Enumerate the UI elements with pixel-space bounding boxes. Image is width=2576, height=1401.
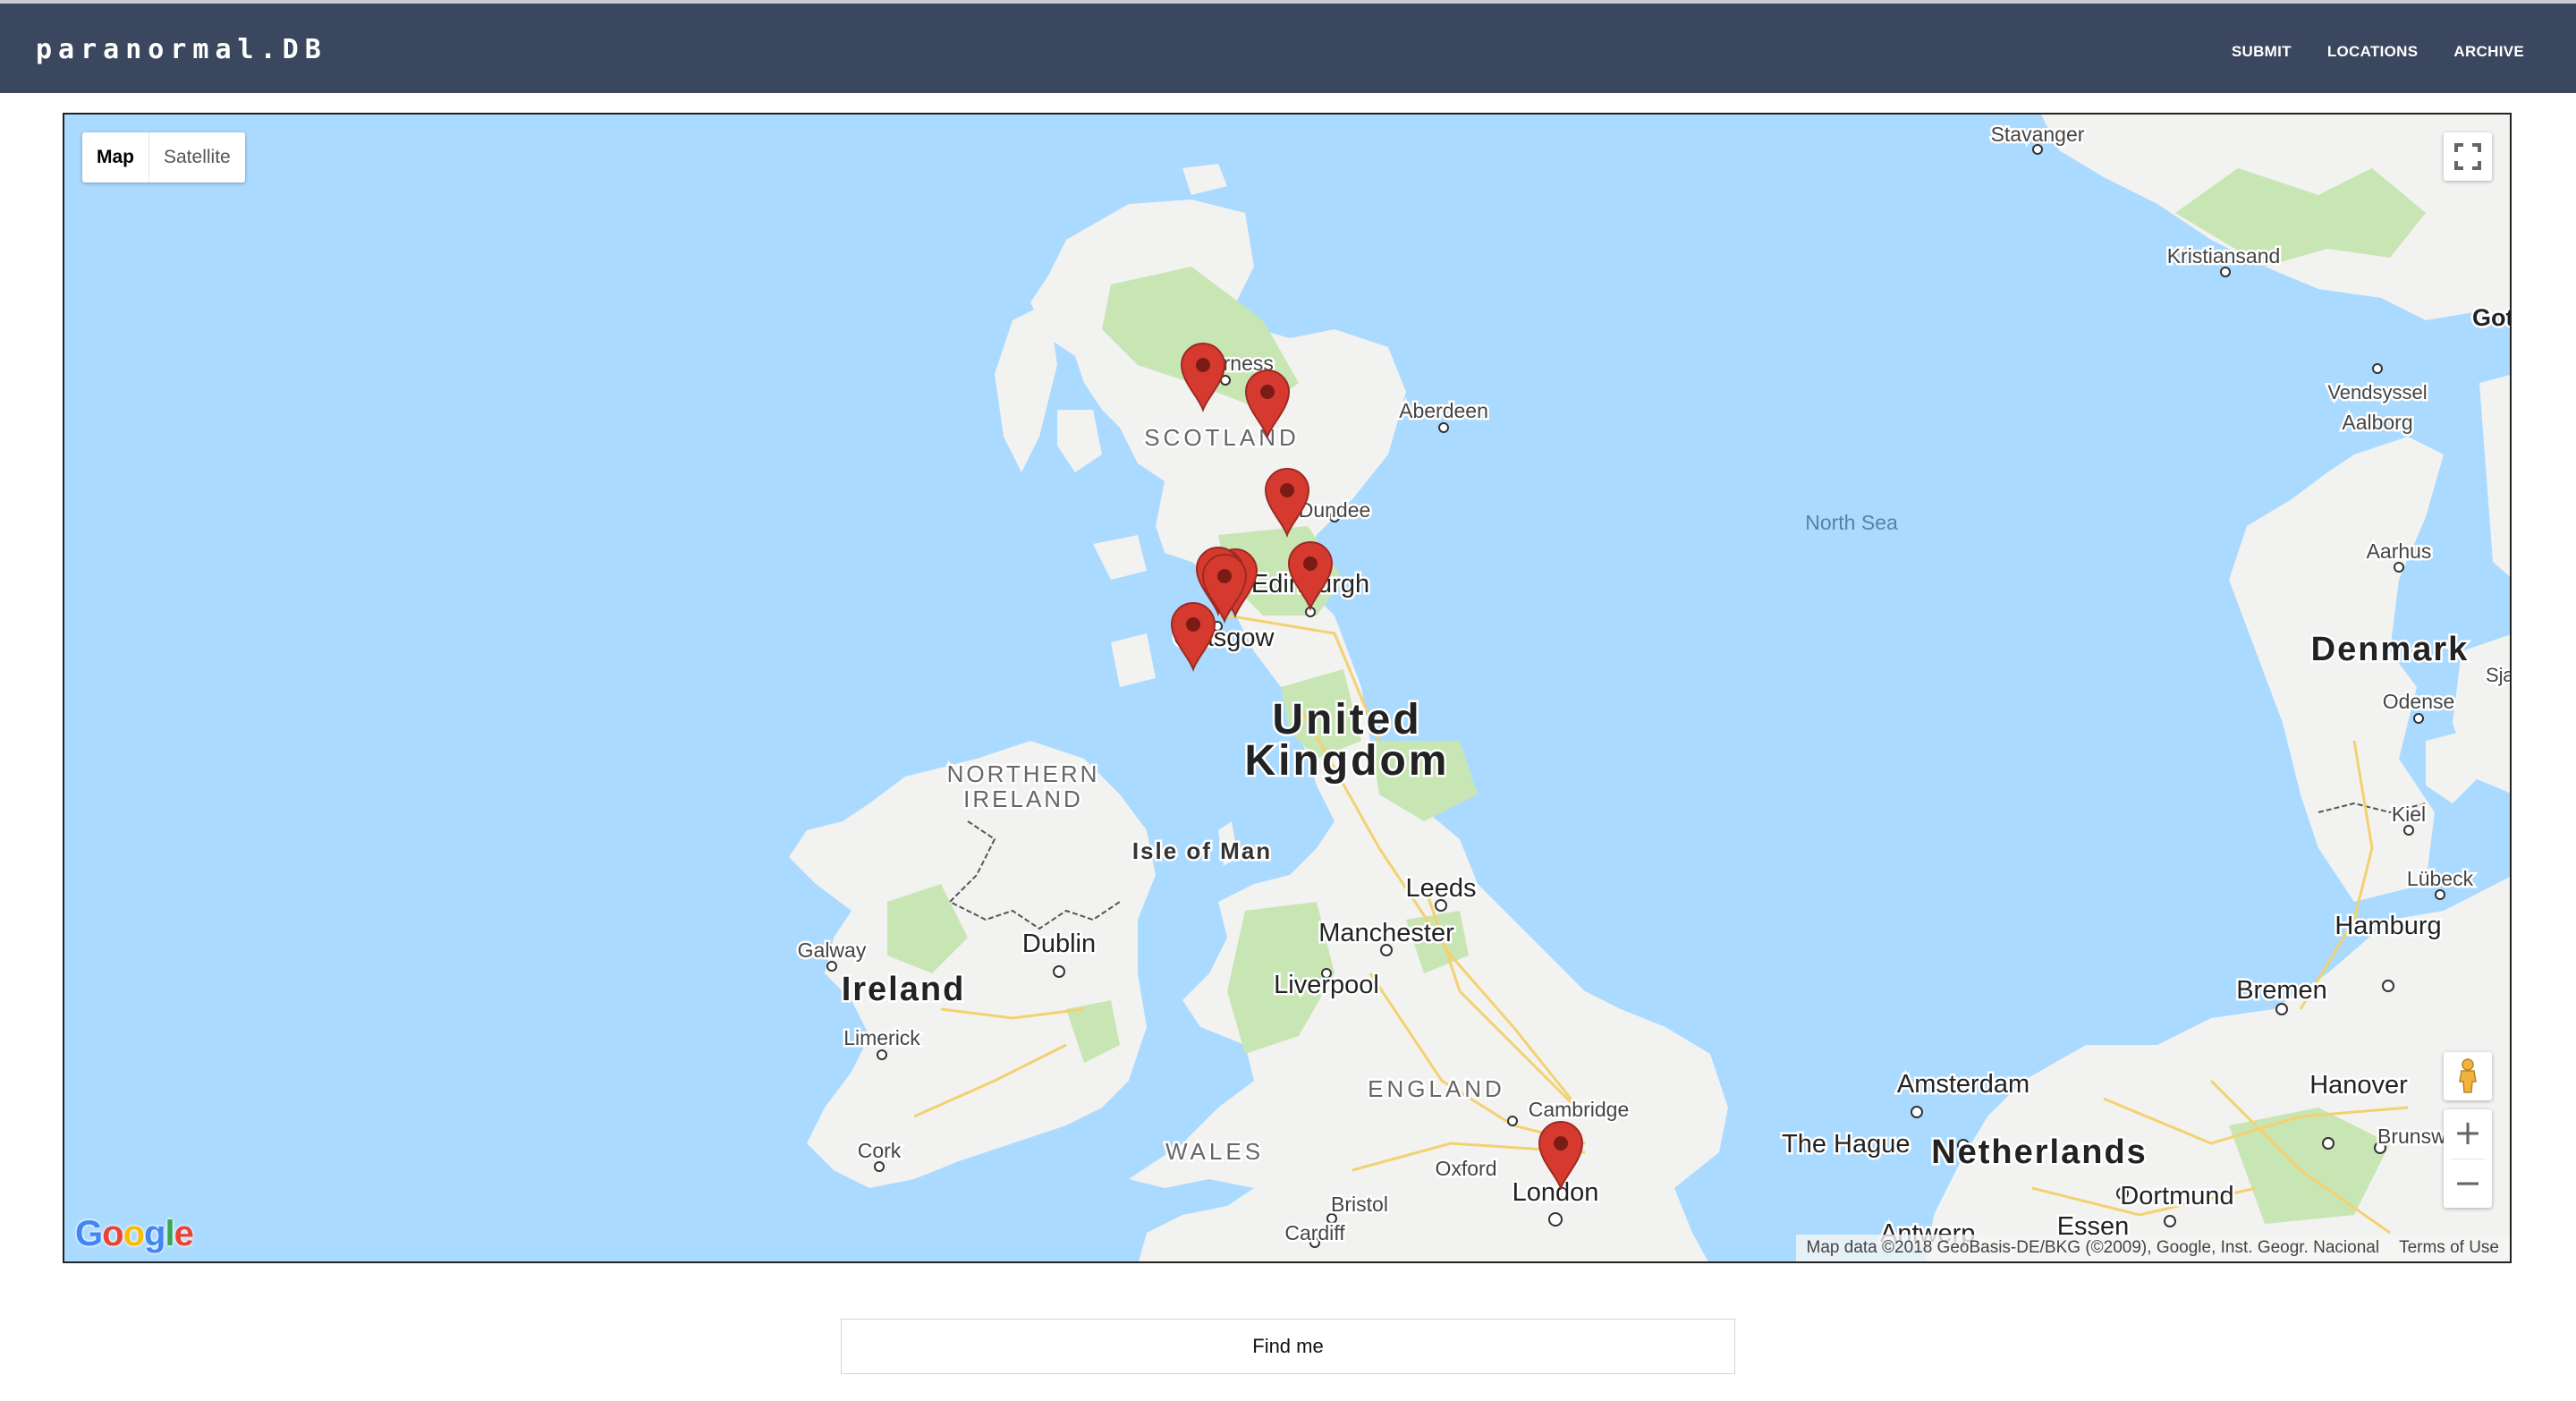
- label-liverpool: Liverpool: [1274, 971, 1379, 999]
- label-galway: Galway: [798, 938, 867, 962]
- pegman-icon: [2459, 1058, 2477, 1093]
- label-kristiansand: Kristiansand: [2167, 244, 2281, 267]
- label-aberdeen: Aberdeen: [1399, 399, 1488, 422]
- label-bremen: Bremen: [2236, 976, 2327, 1005]
- fullscreen-button[interactable]: [2444, 132, 2492, 181]
- label-kingdom: Kingdom: [1245, 737, 1450, 785]
- label-dublin: Dublin: [1022, 930, 1096, 958]
- label-sjae: Sjæ: [2486, 664, 2512, 686]
- label-stavanger: Stavanger: [1991, 123, 2085, 146]
- label-north-sea: North Sea: [1805, 511, 1898, 534]
- label-isle-of-man: Isle of Man: [1132, 837, 1272, 864]
- nav-link-archive[interactable]: ARCHIVE: [2453, 43, 2524, 61]
- label-odense: Odense: [2383, 690, 2455, 713]
- label-dortmund: Dortmund: [2120, 1182, 2233, 1210]
- label-dundee: Dundee: [1299, 498, 1371, 522]
- label-limerick: Limerick: [843, 1026, 920, 1049]
- label-manchester: Manchester: [1318, 919, 1454, 947]
- label-kiel: Kiel: [2392, 802, 2426, 826]
- label-got: Got: [2472, 304, 2512, 331]
- label-denmark: Denmark: [2311, 631, 2470, 668]
- zoom-in-button[interactable]: +: [2444, 1109, 2492, 1159]
- street-view-pegman[interactable]: [2444, 1052, 2492, 1100]
- label-cambridge: Cambridge: [1529, 1098, 1630, 1121]
- top-navbar: paranormal.DB SUBMIT LOCATIONS ARCHIVE: [0, 0, 2576, 93]
- label-vendsyssel: Vendsyssel: [2327, 381, 2427, 403]
- nav-link-submit[interactable]: SUBMIT: [2232, 43, 2292, 61]
- zoom-control: + −: [2444, 1109, 2492, 1208]
- google-logo: Google: [75, 1214, 194, 1253]
- label-hamburg: Hamburg: [2334, 912, 2441, 940]
- find-me-button[interactable]: Find me: [841, 1319, 1735, 1374]
- label-scotland: SCOTLAND: [1144, 424, 1300, 451]
- label-northern: NORTHERN: [947, 760, 1100, 787]
- map-attribution: Map data ©2018 GeoBasis-DE/BKG (©2009), …: [1795, 1235, 2510, 1261]
- brand-logo[interactable]: paranormal.DB: [36, 34, 327, 65]
- fullscreen-icon: [2454, 143, 2481, 170]
- label-wales: WALES: [1165, 1138, 1264, 1165]
- label-ireland: Ireland: [842, 971, 966, 1008]
- attribution-text: Map data ©2018 GeoBasis-DE/BKG (©2009), …: [1806, 1238, 2380, 1257]
- zoom-out-button[interactable]: −: [2444, 1159, 2492, 1209]
- label-the-hague: The Hague: [1782, 1130, 1911, 1159]
- map-canvas[interactable]: Stavanger Kristiansand Got Vendsyssel Aa…: [64, 115, 2512, 1263]
- nav-links: SUBMIT LOCATIONS ARCHIVE: [2232, 43, 2524, 61]
- nav-link-locations[interactable]: LOCATIONS: [2327, 43, 2419, 61]
- label-aalborg: Aalborg: [2342, 411, 2412, 434]
- label-england: ENGLAND: [1368, 1075, 1505, 1102]
- label-aarhus: Aarhus: [2367, 539, 2432, 563]
- label-cardiff: Cardiff: [1284, 1221, 1345, 1244]
- map-type-control: Map Satellite: [82, 132, 245, 183]
- label-cork: Cork: [858, 1139, 902, 1162]
- label-ireland-ni: IRELAND: [963, 785, 1083, 812]
- label-brunsw: Brunsw: [2377, 1125, 2446, 1148]
- label-leeds: Leeds: [1405, 874, 1476, 903]
- label-oxford: Oxford: [1435, 1157, 1496, 1180]
- label-london: London: [1513, 1178, 1599, 1207]
- label-netherlands: Netherlands: [1931, 1134, 2148, 1171]
- map-container[interactable]: Stavanger Kristiansand Got Vendsyssel Aa…: [63, 113, 2512, 1263]
- map-type-satellite-button[interactable]: Satellite: [149, 132, 245, 183]
- map-type-map-button[interactable]: Map: [82, 132, 149, 183]
- label-hanover: Hanover: [2309, 1071, 2408, 1100]
- label-bristol: Bristol: [1331, 1193, 1388, 1216]
- terms-of-use-link[interactable]: Terms of Use: [2399, 1238, 2499, 1258]
- label-amsterdam: Amsterdam: [1897, 1070, 2029, 1099]
- label-lubeck: Lübeck: [2407, 867, 2474, 890]
